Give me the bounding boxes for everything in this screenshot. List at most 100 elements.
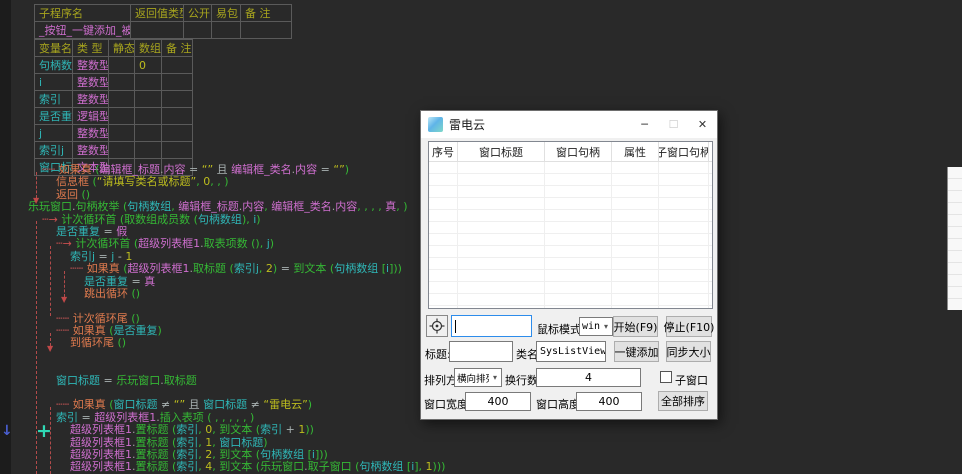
table-cell[interactable] bbox=[184, 22, 212, 39]
code-line[interactable]: ┄┄ 如果真 (超级列表框1.取标题 (索引j, 2) = 到文本 (句柄数组 … bbox=[0, 263, 420, 275]
table-cell[interactable] bbox=[162, 91, 193, 108]
table-cell[interactable] bbox=[162, 108, 193, 125]
code-line[interactable]: ┄┄ 如果真 (是否重复) bbox=[0, 325, 420, 337]
table-cell[interactable]: 整数型 bbox=[73, 125, 109, 142]
table-cell[interactable]: 整数型 bbox=[73, 74, 109, 91]
table-cell[interactable]: 整数型 bbox=[73, 57, 109, 74]
table-cell[interactable]: _按钮_一键添加_被单击 bbox=[35, 22, 131, 39]
code-line[interactable] bbox=[0, 350, 420, 362]
add-line-icon[interactable]: + bbox=[36, 420, 52, 442]
table-cell[interactable]: 0 bbox=[135, 57, 162, 74]
table-cell[interactable] bbox=[109, 74, 135, 91]
table-cell[interactable]: 句柄数组 bbox=[35, 57, 73, 74]
table-cell[interactable] bbox=[109, 142, 135, 159]
table-cell[interactable] bbox=[109, 108, 135, 125]
chevron-down-icon: ▾ bbox=[489, 373, 501, 382]
sort-all-button[interactable]: 全部排序 bbox=[658, 391, 708, 411]
table-cell[interactable] bbox=[135, 74, 162, 91]
block-end-arrow-icon: ▼ bbox=[47, 345, 53, 353]
table-cell[interactable] bbox=[162, 142, 193, 159]
table-cell[interactable]: 是否重复 bbox=[35, 108, 73, 125]
maximize-button: ☐ bbox=[659, 111, 688, 138]
title-field-label: 标题: bbox=[425, 346, 451, 362]
table-row[interactable]: 是否重复逻辑型 bbox=[35, 108, 193, 125]
table-cell[interactable]: 索引j bbox=[35, 142, 73, 159]
arrange-combo[interactable]: 横向排列 ▾ bbox=[454, 368, 502, 387]
mouse-mode-label: 鼠标模式 bbox=[537, 321, 581, 337]
listview-column-3[interactable]: 属性 bbox=[612, 142, 659, 161]
code-line[interactable]: 窗口标题 = 乐玩窗口.取标题 bbox=[0, 375, 420, 387]
listview-column-0[interactable]: 序号 bbox=[429, 142, 458, 161]
background-window-edge bbox=[947, 167, 962, 310]
table-cell[interactable] bbox=[162, 74, 193, 91]
search-handle-input[interactable] bbox=[451, 315, 532, 337]
listview-gridline bbox=[708, 162, 709, 308]
table-cell[interactable] bbox=[162, 57, 193, 74]
child-window-label: 子窗口 bbox=[675, 372, 708, 388]
code-line[interactable]: ┄→ 计次循环首 (超级列表框1.取表项数 (), j) bbox=[0, 238, 420, 250]
dialog-titlebar[interactable]: 雷电云 ─ ☐ ✕ bbox=[421, 111, 717, 138]
table-cell[interactable] bbox=[162, 125, 193, 142]
minimize-button[interactable]: ─ bbox=[630, 111, 659, 138]
table-cell[interactable]: j bbox=[35, 125, 73, 142]
table-cell[interactable] bbox=[135, 142, 162, 159]
listview-column-2[interactable]: 窗口句柄 bbox=[545, 142, 612, 161]
listview-column-1[interactable]: 窗口标题 bbox=[458, 142, 545, 161]
scroll-down-icon[interactable]: ↓ bbox=[1, 423, 13, 439]
table-row[interactable]: 句柄数组整数型 0 bbox=[35, 57, 193, 74]
table-cell[interactable] bbox=[135, 125, 162, 142]
listview-gridline bbox=[544, 162, 545, 308]
table-cell[interactable] bbox=[109, 57, 135, 74]
table-cell[interactable] bbox=[109, 125, 135, 142]
table-cell[interactable]: i bbox=[35, 74, 73, 91]
close-button[interactable]: ✕ bbox=[688, 111, 717, 138]
stop-button[interactable]: 停止(F10) bbox=[666, 316, 712, 337]
window-width-input[interactable]: 400 bbox=[465, 392, 531, 411]
crosshair-icon bbox=[429, 318, 445, 334]
child-window-checkbox[interactable] bbox=[660, 371, 672, 383]
table-cell[interactable] bbox=[212, 22, 241, 39]
code-line[interactable]: 到循环尾 () bbox=[0, 337, 420, 349]
window-finder-button[interactable] bbox=[426, 315, 448, 337]
text-caret bbox=[455, 320, 456, 333]
variable-table: 变量名类 型静态数组备 注句柄数组整数型0i整数型索引整数型是否重复逻辑型j整数… bbox=[34, 39, 193, 176]
table-cell[interactable] bbox=[131, 22, 184, 39]
table-cell[interactable] bbox=[109, 91, 135, 108]
class-input[interactable]: SysListView32 bbox=[536, 341, 606, 362]
mouse-mode-combo[interactable]: wind ▾ bbox=[579, 317, 613, 336]
window-height-input[interactable]: 400 bbox=[576, 392, 642, 411]
table-header-cell: 易包 bbox=[212, 5, 241, 22]
table-cell[interactable] bbox=[241, 22, 292, 39]
listview-gridline bbox=[611, 162, 612, 308]
code-line[interactable]: 超级列表框1.置标题 (索引, 4, 到文本 (乐玩窗口.取子窗口 (句柄数组 … bbox=[0, 461, 420, 473]
table-row[interactable]: 索引整数型 bbox=[35, 91, 193, 108]
table-header-cell: 备 注 bbox=[241, 5, 292, 22]
table-cell[interactable]: 整数型 bbox=[73, 142, 109, 159]
table-row[interactable]: _按钮_一键添加_被单击 bbox=[35, 22, 292, 39]
table-cell[interactable]: 整数型 bbox=[73, 91, 109, 108]
chevron-down-icon: ▾ bbox=[600, 322, 612, 331]
block-end-arrow-icon: ▼ bbox=[33, 197, 39, 205]
table-cell[interactable]: 逻辑型 bbox=[73, 108, 109, 125]
table-row[interactable]: 索引j整数型 bbox=[35, 142, 193, 159]
table-cell[interactable] bbox=[135, 108, 162, 125]
listview-column-4[interactable]: 子窗口句柄 bbox=[659, 142, 709, 161]
code-area[interactable]: ┄┄ 如果真 (编辑框_标题.内容 = “” 且 编辑框_类名.内容 = “”)… bbox=[0, 164, 420, 474]
table-row[interactable]: j整数型 bbox=[35, 125, 193, 142]
code-line[interactable]: 是否重复 = 真 bbox=[0, 276, 420, 288]
table-cell[interactable] bbox=[135, 91, 162, 108]
table-cell[interactable]: 索引 bbox=[35, 91, 73, 108]
window-listview[interactable]: 序号窗口标题窗口句柄属性子窗口句柄 bbox=[428, 141, 713, 309]
quick-add-button[interactable]: 一键添加 bbox=[614, 341, 659, 362]
dialog-title: 雷电云 bbox=[449, 116, 630, 133]
title-input[interactable] bbox=[449, 341, 513, 362]
sync-size-button[interactable]: 同步大小 bbox=[666, 341, 711, 362]
listview-body[interactable] bbox=[429, 162, 712, 308]
listview-gridline bbox=[457, 162, 458, 308]
table-row[interactable]: i整数型 bbox=[35, 74, 193, 91]
block-guide bbox=[36, 172, 37, 198]
table-header-cell: 类 型 bbox=[73, 40, 109, 57]
table-header-cell: 公开 bbox=[184, 5, 212, 22]
wrap-count-input[interactable]: 4 bbox=[536, 368, 641, 387]
start-button[interactable]: 开始(F9) bbox=[613, 316, 658, 337]
